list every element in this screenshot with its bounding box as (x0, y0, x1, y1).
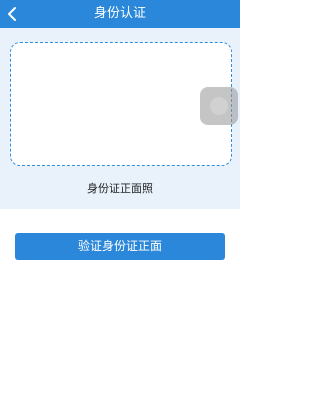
id-card-upload-frame[interactable] (10, 42, 232, 166)
top-bar: 身份认证 (0, 0, 240, 28)
id-card-caption: 身份证正面照 (87, 182, 153, 195)
assist-circle-icon (210, 97, 228, 115)
verify-id-front-button[interactable]: 验证身份证正面 (15, 233, 225, 260)
id-capture-panel: 身份证正面照 (0, 28, 240, 209)
floating-assist-button[interactable] (200, 87, 238, 125)
page-title: 身份认证 (93, 6, 146, 21)
